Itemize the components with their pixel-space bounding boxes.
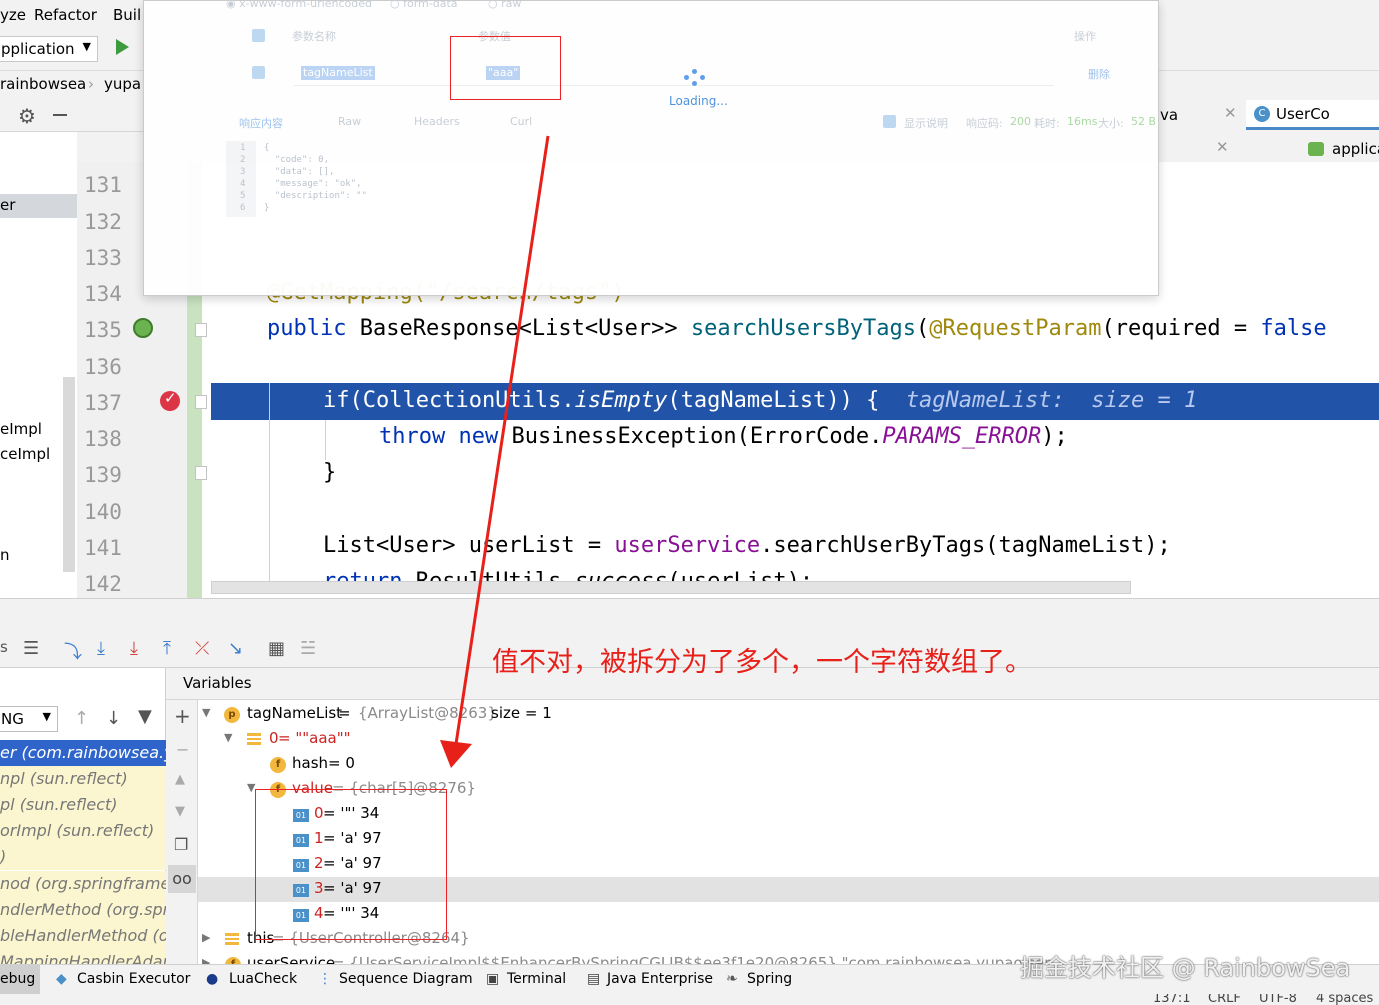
status-position[interactable]: 137:1 <box>1153 994 1190 1005</box>
status-bar: 137:1 CRLF UTF-8 4 spaces <box>0 994 1379 1005</box>
spring-icon: ❧ <box>726 971 738 987</box>
terminal-icon: ▣ <box>486 971 500 987</box>
status-line-separator[interactable]: CRLF <box>1208 994 1241 1005</box>
toolwindow-luacheck[interactable]: LuaCheck <box>229 971 297 987</box>
toolwindow-terminal[interactable]: Terminal <box>507 971 566 987</box>
status-indent[interactable]: 4 spaces <box>1316 994 1373 1005</box>
toolwindow-sequence-diagram[interactable]: Sequence Diagram <box>339 971 473 987</box>
casbin-icon: ◆ <box>56 971 67 987</box>
arrow-head <box>440 740 472 768</box>
java-enterprise-icon: ▤ <box>587 971 601 987</box>
sequence-diagram-icon: ⋮ <box>318 971 332 987</box>
toolwindow-debug[interactable]: ebug <box>0 971 35 987</box>
status-encoding[interactable]: UTF-8 <box>1259 994 1297 1005</box>
toolwindow-spring[interactable]: Spring <box>747 971 792 987</box>
annotation-text: 值不对，被拆分为了多个，一个字符数组了。 <box>492 647 1032 678</box>
annotation-arrow <box>440 135 550 768</box>
ide-window: yze Refactor Buil pplication ▼ rainbowse… <box>0 0 1379 1005</box>
toolwindow-casbin[interactable]: Casbin Executor <box>77 971 190 987</box>
luacheck-icon: ● <box>206 971 219 987</box>
toolwindow-java-enterprise[interactable]: Java Enterprise <box>607 971 713 987</box>
watermark: 掘金技术社区 @ RainbowSea <box>1020 954 1351 982</box>
